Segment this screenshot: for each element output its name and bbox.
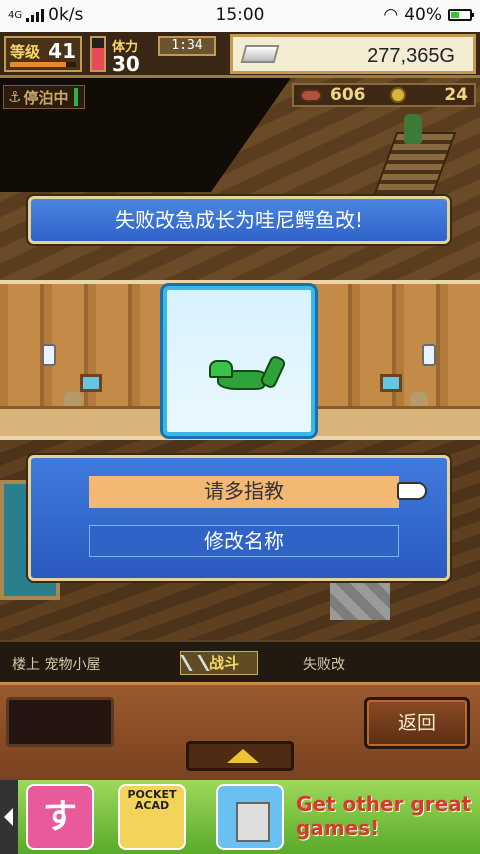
stamina-value: 30: [112, 52, 140, 76]
ad-prev-button[interactable]: [0, 780, 18, 854]
battle-label: 战斗: [209, 654, 240, 672]
dock-status: ⚓ 停泊中: [3, 85, 86, 109]
ad-app-castle[interactable]: [216, 784, 284, 850]
option-rename-button[interactable]: 修改名称: [89, 525, 399, 557]
top-hud: 等级 41 体力 30 1:34 277,365G: [0, 32, 480, 78]
back-button[interactable]: 返回: [364, 697, 470, 749]
gold-value: 277,365G: [367, 45, 455, 67]
level-box: 等级 41: [4, 36, 82, 72]
meat-icon: [300, 89, 322, 102]
stamina-gauge: [90, 36, 106, 72]
secondary-hud: ⚓ 停泊中 606 24: [0, 81, 480, 109]
porthole: [380, 374, 402, 392]
floor-tiles: [330, 580, 390, 620]
level-value: 41: [48, 39, 76, 63]
ad-app-sushi[interactable]: すし: [26, 784, 94, 850]
crocodile-pet-icon: [209, 360, 265, 390]
lamp-icon: [42, 344, 56, 366]
pet-portrait: [163, 286, 315, 436]
level-label: 等级: [10, 43, 41, 61]
choice-menu: 请多指教 修改名称: [28, 455, 450, 581]
gold-ingot-icon: [240, 45, 280, 63]
medal-count: 24: [444, 85, 468, 105]
hand-pointer-icon: [397, 482, 427, 500]
meat-count: 606: [330, 85, 366, 105]
medal-icon: [390, 87, 406, 103]
option-accept-button[interactable]: 请多指教: [89, 476, 399, 508]
bottom-panel: 返回: [0, 682, 480, 780]
event-message: 失败改急成长为哇尼鳄鱼改!: [28, 196, 450, 244]
ad-banner[interactable]: すし POCKET ACAD Get other great games!: [0, 780, 480, 854]
status-marker: [74, 88, 79, 106]
stamina-box: 体力 30: [112, 36, 162, 76]
status-right: ◠ 40%: [383, 5, 474, 25]
status-bar: 4G 0k/s 15:00 ◠ 40%: [0, 0, 480, 32]
ad-cta-text[interactable]: Get other great games!: [296, 792, 476, 840]
crew-member[interactable]: [404, 114, 422, 144]
anchor-icon: ⚓: [8, 88, 22, 106]
battle-tag: 战斗: [180, 651, 258, 675]
resource-box: 606 24: [292, 83, 476, 107]
level-progress: [10, 62, 76, 67]
gold-display: 277,365G: [230, 34, 476, 74]
pet-name: 失败改: [303, 657, 345, 673]
lamp-icon: [422, 344, 436, 366]
battery-icon: [448, 9, 474, 21]
swords-icon: [180, 655, 210, 671]
game-clock: 1:34: [158, 36, 216, 56]
porthole: [80, 374, 102, 392]
scroll-up-button[interactable]: [186, 741, 294, 771]
wifi-icon: ◠: [383, 5, 399, 25]
empty-slot: [6, 697, 114, 747]
ad-app-pocket-academy[interactable]: POCKET ACAD: [118, 784, 186, 850]
battery-percent: 40%: [404, 5, 442, 25]
location-bar: 楼上 宠物小屋 战斗 失败改: [0, 640, 480, 682]
location-label: 楼上 宠物小屋: [12, 657, 101, 673]
dock-status-label: 停泊中: [23, 88, 69, 107]
